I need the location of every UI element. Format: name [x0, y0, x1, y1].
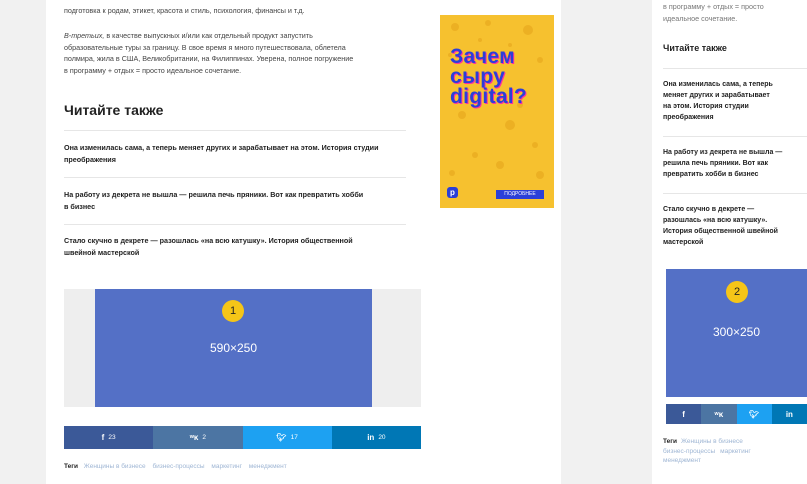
tag-link[interactable]: менеджмент	[663, 457, 701, 464]
divider	[64, 177, 406, 178]
read-also-heading: Читайте также	[64, 102, 164, 118]
mobile-article: в программу + отдых = просто идеальное с…	[652, 0, 807, 484]
related-article-link[interactable]: Стало скучно в декрете — разошлась «на в…	[64, 235, 353, 259]
tag-link[interactable]: бизнес-процессы	[663, 448, 715, 455]
tag-link[interactable]: маркетинг	[720, 448, 751, 455]
tag-link[interactable]: Женщины в бизнесе	[84, 463, 146, 470]
related-article-link[interactable]: На работу из декрета не вышла — решила пе…	[663, 147, 782, 180]
tag-link[interactable]: маркетинг	[211, 463, 242, 470]
brand-logo-icon: p	[447, 187, 458, 198]
facebook-icon: f	[101, 433, 105, 442]
linkedin-share-button[interactable]: in	[771, 404, 807, 424]
article-paragraph: в программу + отдых = просто идеальное с…	[663, 2, 764, 23]
ad-slot-wrapper: 1 590×250	[64, 289, 421, 407]
divider	[663, 193, 807, 194]
twitter-share-button[interactable]: 🐦︎ 17	[242, 426, 332, 449]
related-article-link[interactable]: Она изменилась сама, а теперь меняет дру…	[64, 142, 379, 166]
ad-placeholder-300x250[interactable]: 2 300×250	[666, 269, 807, 397]
facebook-share-button[interactable]: f	[666, 404, 702, 424]
banner-more-button[interactable]: ПОДРОБНЕЕ	[496, 190, 544, 199]
tag-link[interactable]: бизнес-процессы	[152, 463, 204, 470]
tags-row: Теги Женщины в бизнесе бизнес-процессы м…	[64, 462, 292, 472]
facebook-share-button[interactable]: f 23	[64, 426, 154, 449]
vk-icon: ʷᴋ	[714, 409, 724, 419]
linkedin-share-button[interactable]: in 20	[331, 426, 421, 449]
divider	[64, 130, 406, 131]
read-also-heading: Читайте также	[663, 43, 727, 53]
facebook-icon: f	[682, 409, 685, 419]
tag-link[interactable]: менеджмент	[249, 463, 287, 470]
banner-headline: Зачем сыру digital?	[450, 45, 528, 108]
article-paragraph: подготовка к родам, этикет, красота и ст…	[64, 6, 305, 15]
related-article-link[interactable]: Стало скучно в декрете — разошлась «на вс…	[663, 204, 778, 248]
divider	[663, 68, 807, 69]
paragraph-lead: В-третьих,	[64, 31, 105, 40]
tag-link[interactable]: Женщины в бизнесе	[681, 438, 743, 445]
divider	[64, 224, 406, 225]
related-article-link[interactable]: Она изменилась сама, а теперь меняет друг…	[663, 79, 773, 123]
tags-label: Теги	[64, 463, 78, 470]
ad-number-badge: 1	[222, 300, 244, 322]
tags-label: Теги	[663, 438, 677, 445]
divider	[663, 136, 807, 137]
linkedin-icon: in	[367, 433, 375, 442]
ad-size-label: 300×250	[712, 325, 761, 339]
cheese-holes-pattern	[448, 20, 544, 179]
twitter-icon: 🐦︎	[749, 409, 760, 419]
ad-number-badge: 2	[726, 281, 748, 303]
ad-size-label: 590×250	[209, 341, 258, 355]
article-paragraph: В-третьих, в качестве выпускных и/или ка…	[64, 31, 354, 75]
twitter-share-button[interactable]: 🐦︎	[736, 404, 772, 424]
cheese-digital-banner[interactable]: Зачем сыру digital? p ПОДРОБНЕЕ	[440, 15, 554, 208]
linkedin-icon: in	[785, 409, 793, 419]
tags-row: Теги Женщины в бизнесе бизнес-процессы мар…	[663, 437, 756, 466]
vk-share-button[interactable]: ʷᴋ	[701, 404, 737, 424]
related-article-link[interactable]: На работу из декрета не вышла — решила п…	[64, 189, 363, 213]
twitter-icon: 🐦︎	[276, 433, 287, 442]
share-bar: f 23 ʷᴋ 2 🐦︎ 17 in 20	[64, 426, 421, 449]
ad-placeholder-590x250[interactable]: 1 590×250	[95, 289, 372, 407]
mobile-share-bar: f ʷᴋ 🐦︎ in	[666, 404, 807, 424]
vk-share-button[interactable]: ʷᴋ 2	[153, 426, 243, 449]
vk-icon: ʷᴋ	[189, 433, 199, 442]
